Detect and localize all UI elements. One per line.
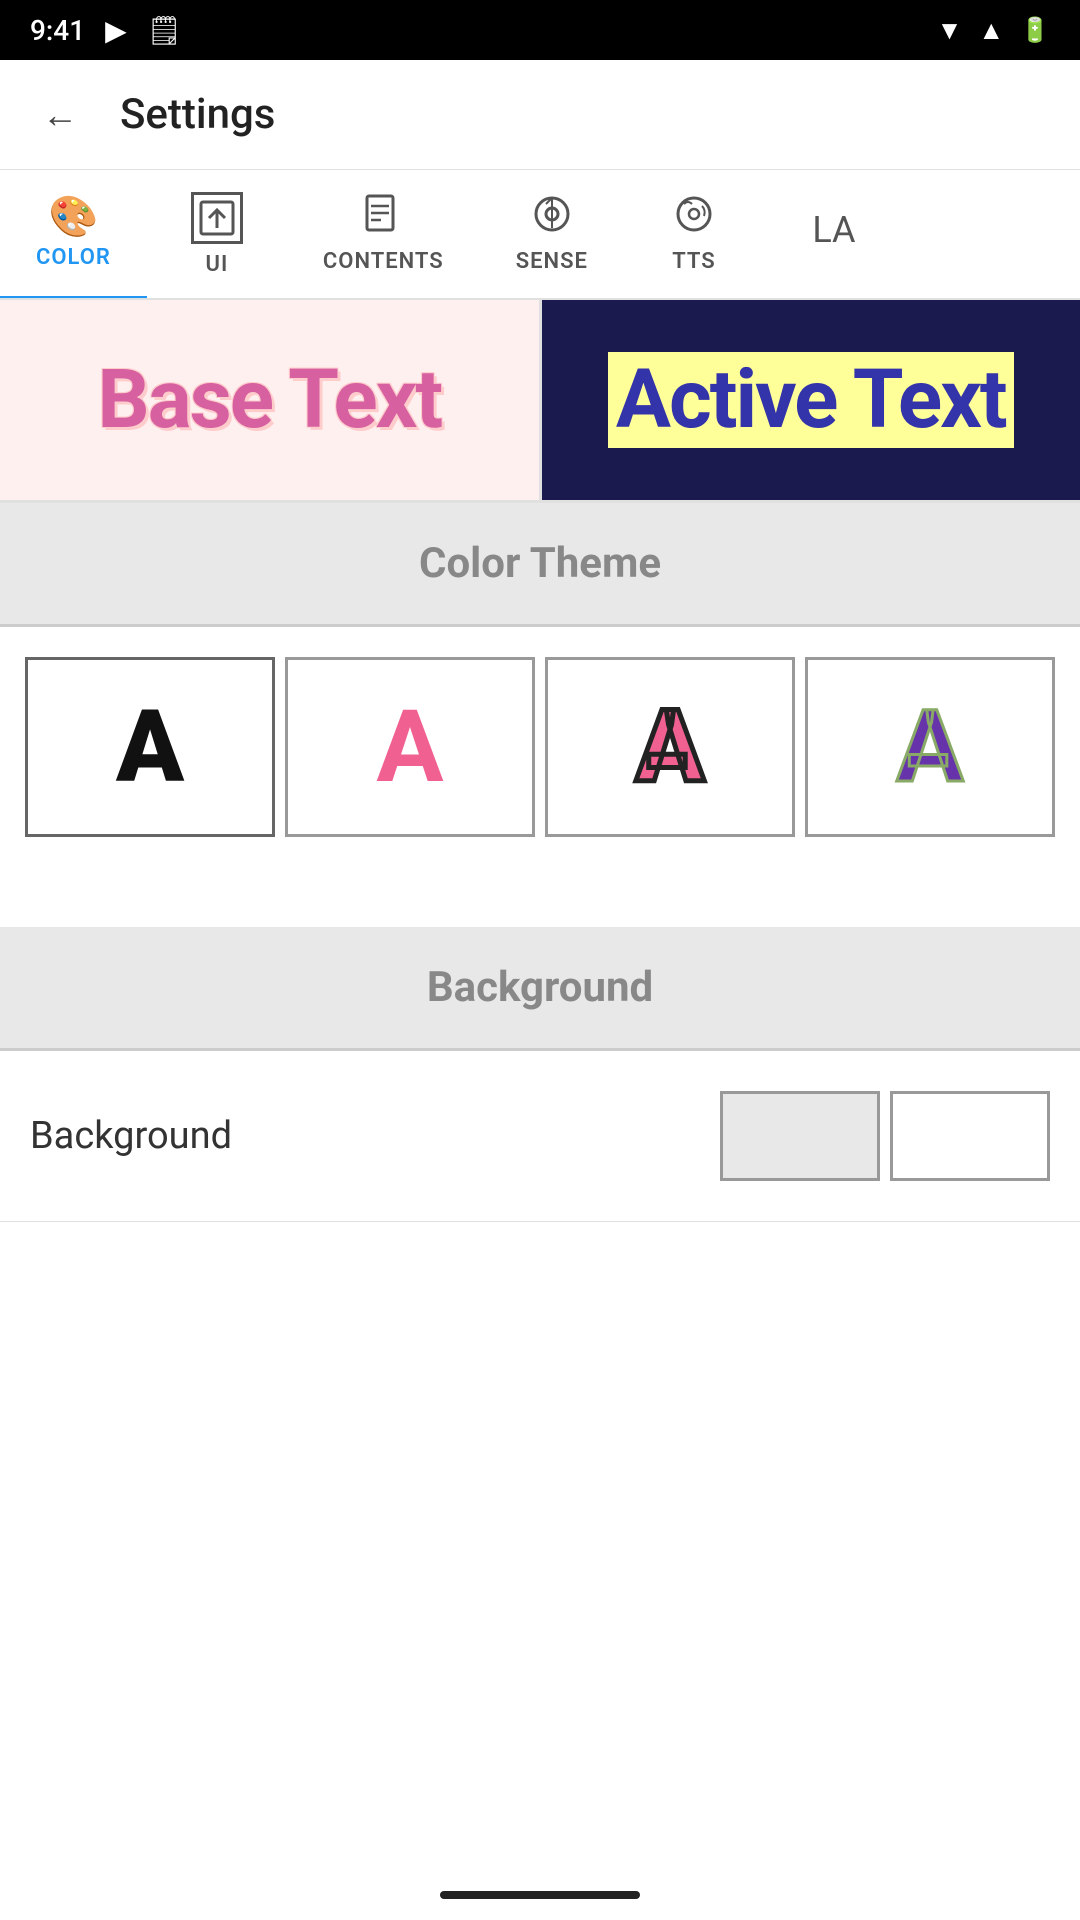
theme-option-stroke[interactable]: A (545, 657, 795, 837)
active-text-label: Active Text (608, 352, 1014, 448)
bottom-bar (0, 1870, 1080, 1920)
theme-pink-icon: A (376, 689, 443, 806)
background-row: Background (0, 1051, 1080, 1222)
battery-icon: 🔋 (1020, 16, 1050, 44)
sense-tab-label: SENSE (516, 249, 588, 274)
background-title: Background (427, 963, 653, 1012)
wifi-icon: ▼ (937, 15, 963, 46)
contents-tab-label: CONTENTS (323, 249, 444, 274)
bg-swatch-white[interactable] (890, 1091, 1050, 1181)
base-text-label: Base Text (97, 352, 441, 448)
bg-swatch-gray[interactable] (720, 1091, 880, 1181)
base-text-preview[interactable]: Base Text (0, 300, 542, 500)
theme-option-pink[interactable]: A (285, 657, 535, 837)
sense-tab-icon (532, 194, 572, 241)
contents-tab-icon (363, 194, 403, 241)
tab-tts[interactable]: TTS (624, 170, 764, 298)
ui-tab-icon (191, 192, 243, 244)
tab-ui[interactable]: UI (147, 170, 287, 298)
clipboard-icon: 🗒 (147, 14, 183, 47)
back-button[interactable]: ← (30, 85, 90, 145)
status-bar: 9:41 ▶ 🗒 ▼ ▲ 🔋 (0, 0, 1080, 60)
tab-color[interactable]: 🎨 COLOR (0, 170, 147, 300)
active-text-preview[interactable]: Active Text (542, 300, 1080, 500)
play-icon: ▶ (105, 14, 127, 47)
color-theme-title: Color Theme (419, 539, 661, 588)
background-section-header: Background (0, 927, 1080, 1049)
tab-la[interactable]: LA (764, 170, 904, 298)
background-swatches (720, 1091, 1050, 1181)
tts-tab-label: TTS (672, 249, 715, 274)
tab-bar: 🎨 COLOR UI CONTENTS SENSE TTS LA (0, 170, 1080, 300)
status-bar-left: 9:41 ▶ 🗒 (30, 14, 182, 47)
home-indicator (440, 1891, 640, 1899)
page-title: Settings (120, 90, 275, 139)
la-tab-icon: LA (812, 212, 855, 248)
theme-plain-icon: A (116, 689, 184, 806)
spacer-1 (0, 867, 1080, 927)
theme-stroke-icon: A (636, 689, 704, 806)
preview-area: Base Text Active Text (0, 300, 1080, 503)
signal-icon: ▲ (978, 15, 1004, 46)
time-display: 9:41 (30, 14, 85, 47)
color-tab-icon: 🎨 (49, 197, 99, 237)
background-label: Background (30, 1114, 232, 1158)
app-bar: ← Settings (0, 60, 1080, 170)
theme-options-container: A A A A (0, 627, 1080, 867)
theme-option-purple[interactable]: A (805, 657, 1055, 837)
status-bar-right: ▼ ▲ 🔋 (937, 15, 1050, 46)
theme-purple-icon: A (896, 689, 963, 806)
tab-contents[interactable]: CONTENTS (287, 170, 480, 298)
tab-sense[interactable]: SENSE (480, 170, 624, 298)
back-icon: ← (42, 94, 78, 136)
ui-tab-label: UI (206, 252, 229, 277)
tts-tab-icon (674, 194, 714, 241)
theme-option-plain[interactable]: A (25, 657, 275, 837)
color-theme-section-header: Color Theme (0, 503, 1080, 625)
color-tab-label: COLOR (36, 245, 111, 270)
